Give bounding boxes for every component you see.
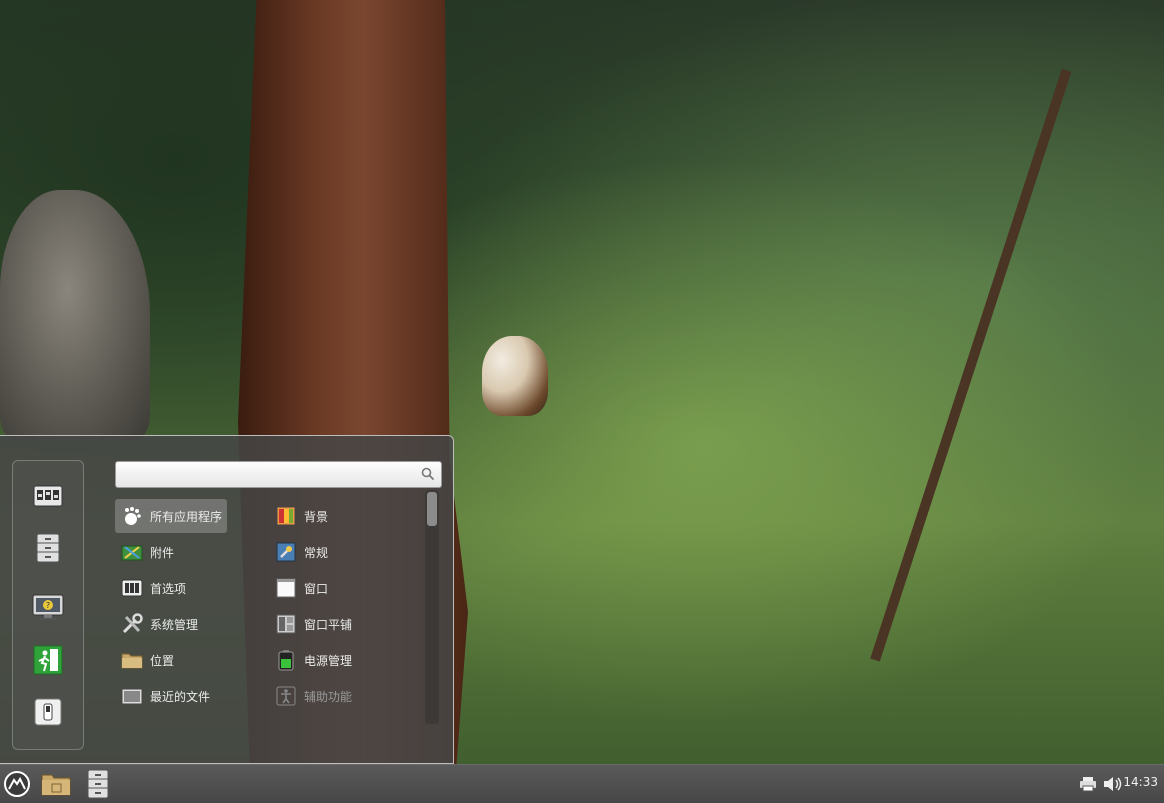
battery-icon [275, 649, 297, 671]
wallpaper-rock [0, 190, 150, 440]
category-all-applications[interactable]: 所有应用程序 [115, 499, 227, 533]
general-icon [275, 541, 297, 563]
category-label: 首选项 [150, 581, 187, 596]
folder-icon [121, 649, 143, 671]
accessibility-icon [275, 685, 297, 707]
control-panel-icon [33, 485, 63, 507]
file-cabinet-icon [87, 769, 109, 799]
favorite-system-settings[interactable] [31, 479, 65, 513]
category-general[interactable]: 常规 [269, 535, 409, 569]
tray-printer[interactable] [1078, 768, 1098, 800]
wallpaper-cat [482, 336, 548, 416]
svg-text:?: ? [46, 601, 50, 610]
category-preferences[interactable]: 首选项 [115, 571, 227, 605]
panel-clock[interactable]: 14:33 [1123, 775, 1158, 789]
recent-files-icon [121, 685, 143, 707]
monitor-lock-icon: ? [32, 594, 64, 620]
favorite-shutdown[interactable] [31, 695, 65, 729]
preferences-icon [121, 577, 143, 599]
power-switch-icon [34, 698, 62, 726]
accessories-icon [121, 541, 143, 563]
start-menu: ? 所有应用程序 附件 首选项 系统管理 位置 最近的文件 背景 常规 窗口 窗… [0, 435, 454, 764]
home-folder-icon [41, 774, 71, 796]
gnome-foot-icon [121, 505, 143, 527]
printer-icon [1080, 777, 1096, 792]
category-background[interactable]: 背景 [269, 499, 409, 533]
favorites-bar: ? [12, 460, 84, 750]
tiling-icon [275, 613, 297, 635]
window-icon [275, 577, 297, 599]
category-label: 窗口 [304, 581, 329, 596]
category-accessories[interactable]: 附件 [115, 535, 227, 569]
favorite-file-manager[interactable] [31, 531, 65, 565]
category-power-management[interactable]: 电源管理 [269, 643, 409, 677]
category-label: 窗口平铺 [304, 617, 353, 632]
search-icon [421, 467, 435, 481]
volume-icon [1104, 777, 1122, 791]
exit-door-icon [33, 645, 63, 675]
category-accessibility[interactable]: 辅助功能 [269, 679, 409, 713]
category-administration[interactable]: 系统管理 [115, 607, 227, 641]
category-recent-files[interactable]: 最近的文件 [115, 679, 227, 713]
category-places[interactable]: 位置 [115, 643, 227, 677]
category-label: 所有应用程序 [150, 509, 223, 524]
launcher-home-folder[interactable] [40, 768, 72, 800]
category-label: 背景 [304, 509, 329, 524]
category-windows[interactable]: 窗口 [269, 571, 409, 605]
category-label: 最近的文件 [150, 689, 211, 704]
tray-volume[interactable] [1103, 768, 1123, 800]
mint-logo-icon [4, 771, 30, 797]
category-label: 辅助功能 [304, 689, 353, 704]
category-window-tiling[interactable]: 窗口平铺 [269, 607, 409, 641]
category-label: 常规 [304, 545, 329, 560]
category-label: 位置 [150, 653, 175, 668]
category-label: 系统管理 [150, 617, 199, 632]
background-icon [275, 505, 297, 527]
favorite-lock-screen[interactable]: ? [31, 591, 65, 625]
file-cabinet-icon [36, 533, 60, 563]
menu-scrollbar[interactable] [425, 490, 439, 724]
tools-icon [121, 613, 143, 635]
search-box[interactable] [115, 461, 442, 488]
category-label: 电源管理 [304, 653, 353, 668]
search-input[interactable] [122, 465, 416, 486]
launcher-file-manager[interactable] [84, 768, 112, 800]
bottom-panel: 14:33 [0, 764, 1164, 803]
scrollbar-thumb[interactable] [427, 492, 437, 526]
wallpaper-sapling [870, 68, 1072, 662]
favorite-logout[interactable] [31, 643, 65, 677]
category-label: 附件 [150, 545, 175, 560]
menu-button[interactable] [2, 768, 32, 800]
